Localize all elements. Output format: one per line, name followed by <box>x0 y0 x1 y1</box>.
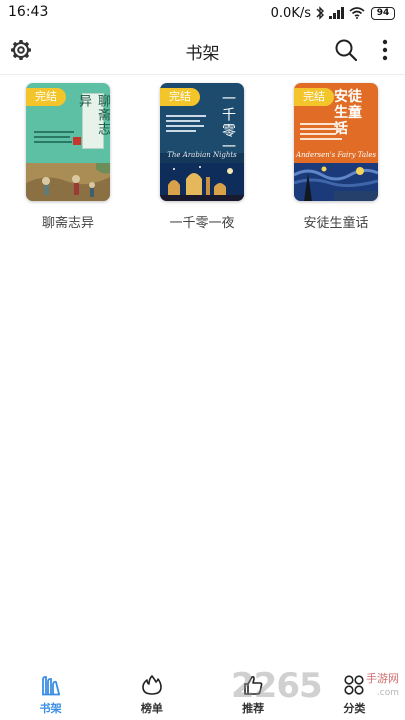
category-grid-icon <box>344 675 364 695</box>
cover-painting-art <box>160 163 244 201</box>
cover-subtitle: Andersen's Fairy Tales <box>295 151 377 159</box>
book-title: 安徒生童话 <box>303 216 369 231</box>
cover-text-decoration <box>34 131 74 143</box>
nav-item-recommend[interactable]: 推荐 <box>203 672 304 720</box>
network-speed: 0.0K/s <box>270 5 311 21</box>
flame-icon <box>142 675 162 695</box>
bookshelf-icon <box>41 676 60 696</box>
book-card-liaozhai[interactable]: 聊斋志异 完结 聊斋志异 <box>24 83 112 231</box>
cover-subtitle: The Arabian Nights <box>167 151 237 159</box>
status-icons: 0.0K/s 94 <box>271 4 395 22</box>
signal-icon <box>329 7 344 19</box>
book-card-andersen[interactable]: 安徒生童话 Andersen's Fairy Tales 完结 安徒生童话 <box>292 83 380 231</box>
book-cover[interactable]: 聊斋志异 完结 <box>26 83 110 201</box>
battery-icon: 94 <box>371 6 395 20</box>
nav-label: 书架 <box>39 702 62 715</box>
nav-item-ranking[interactable]: 榜单 <box>101 672 202 720</box>
more-vertical-icon[interactable] <box>375 37 395 63</box>
status-time: 16:43 <box>8 4 49 20</box>
nav-label: 推荐 <box>242 702 265 715</box>
nav-label: 榜单 <box>140 702 163 715</box>
cover-text-decoration <box>166 115 206 132</box>
cover-painting-art <box>26 163 110 201</box>
status-bar: 16:43 0.0K/s 94 <box>0 0 405 26</box>
cover-text-decoration <box>300 123 344 140</box>
app-screen: 16:43 0.0K/s 94 书架 聊斋志异 完结 聊斋志异 一千零一夜 Th… <box>0 0 405 720</box>
header-divider <box>0 74 405 75</box>
book-cover[interactable]: 安徒生童话 Andersen's Fairy Tales 完结 <box>294 83 378 201</box>
thumb-up-icon <box>244 675 263 695</box>
nav-label: 分类 <box>343 702 366 715</box>
nav-item-bookshelf[interactable]: 书架 <box>0 672 101 720</box>
nav-item-category[interactable]: 分类 <box>304 672 405 720</box>
book-title: 聊斋志异 <box>41 216 94 231</box>
wifi-icon <box>349 7 365 19</box>
book-cover[interactable]: 一千零一夜 The Arabian Nights 完结 <box>160 83 244 201</box>
status-badge: 完结 <box>26 88 66 106</box>
cover-title: 聊斋志异 <box>76 93 110 149</box>
book-title: 一千零一夜 <box>169 216 235 231</box>
cover-seal <box>73 137 81 145</box>
search-icon[interactable] <box>333 37 359 63</box>
gear-icon[interactable] <box>8 37 34 63</box>
book-card-arabian-nights[interactable]: 一千零一夜 The Arabian Nights 完结 一千零一夜 <box>158 83 246 231</box>
bluetooth-icon <box>316 6 324 20</box>
cover-painting-art <box>294 163 378 201</box>
app-bar: 书架 <box>0 28 405 74</box>
bottom-navigation: 书架 榜单 推荐 分类 <box>0 672 405 720</box>
status-badge: 完结 <box>160 88 200 106</box>
status-badge: 完结 <box>294 88 334 106</box>
